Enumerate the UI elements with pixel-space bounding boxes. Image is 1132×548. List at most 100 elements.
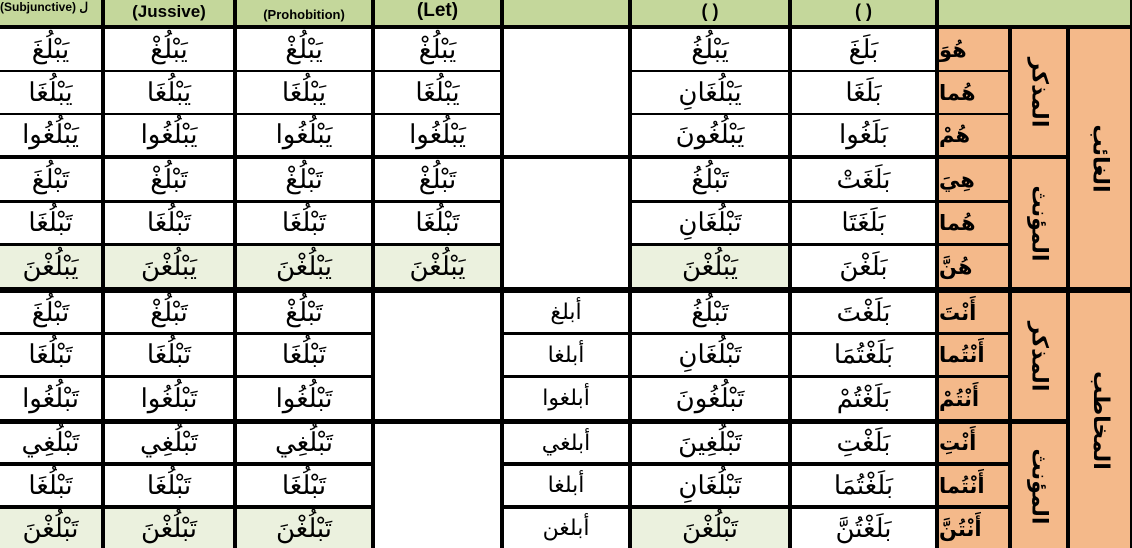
pronoun-cell: هُما: [939, 203, 1008, 243]
cell-subjunctive: يَبْلُغَا: [0, 72, 101, 113]
cell-past: بَلَغَتَا: [792, 203, 935, 243]
cell-subjunctive: تَبْلُغْنَ: [0, 509, 101, 548]
cell-prohibition-text: يَبْلُغَا: [281, 77, 327, 108]
cell-present-text: تَبْلُغِينَ: [678, 428, 742, 458]
cell-let-text: يَبْلُغُوا: [409, 120, 466, 150]
cell-prohibition-text: تَبْلُغَا: [281, 208, 327, 238]
cell-let: يَبْلُغَا: [375, 72, 500, 113]
cell-subjunctive-text: تَبْلُغْنَ: [22, 513, 79, 544]
cell-past: بَلَغْتُمَا: [792, 335, 935, 375]
pronoun-cell-text: هُوَ: [939, 37, 967, 62]
cell-jussive: تَبْلُغَا: [105, 466, 233, 505]
header-prohibition-text: (Prohobition): [263, 7, 345, 22]
cell-prohibition-text: تَبْلُغْ: [285, 164, 323, 195]
cell-subjunctive: يَبْلُغُوا: [0, 115, 101, 155]
pronoun-cell: أَنْتُما: [939, 335, 1008, 375]
gender-feminine-third-label: المؤنث: [1026, 185, 1052, 261]
cell-past-text: بَلَغْتُمْ: [836, 383, 891, 414]
cell-jussive-text: يَبْلُغُوا: [140, 120, 198, 150]
person-third: الغائب: [1070, 29, 1130, 287]
cell-present: تَبْلُغَانِ: [632, 335, 788, 375]
cell-jussive: تَبْلُغُوا: [105, 378, 233, 419]
cell-present-text: يَبْلُغَانِ: [678, 77, 742, 108]
cell-jussive-text: تَبْلُغْ: [150, 164, 188, 195]
cell-let-text: يَبْلُغْ: [418, 34, 457, 65]
pronoun-cell-text: هُما: [939, 211, 976, 235]
header-present: ( ): [632, 0, 788, 25]
cell-present: تَبْلُغِينَ: [632, 424, 788, 462]
header-let-text: (Let): [416, 0, 459, 21]
header-prohibition: (Prohobition): [237, 0, 371, 25]
cell-jussive-text: تَبْلُغَا: [146, 470, 192, 501]
cell-prohibition: يَبْلُغُوا: [237, 115, 371, 155]
cell-subjunctive-text: تَبْلُغَ: [31, 297, 70, 328]
empty-let-second-fem: [375, 424, 500, 548]
cell-jussive-text: تَبْلُغُوا: [140, 383, 198, 414]
pronoun-cell: أَنْتَ: [939, 293, 1008, 332]
cell-jussive-text: تَبْلُغْ: [150, 297, 188, 328]
cell-let: يَبْلُغُوا: [375, 115, 500, 155]
cell-jussive: تَبْلُغْ: [105, 159, 233, 200]
header-let: (Let): [375, 0, 500, 25]
cell-present: يَبْلُغُ: [632, 29, 788, 70]
cell-jussive: تَبْلُغَا: [105, 335, 233, 375]
cell-past-text: بَلَغَ: [848, 34, 879, 65]
cell-present: تَبْلُغَانِ: [632, 203, 788, 243]
pronoun-cell: هُوَ: [939, 29, 1008, 70]
header-person-group: [939, 0, 1130, 25]
cell-past-text: بَلَغْنَ: [839, 251, 888, 282]
cell-prohibition-text: تَبْلُغِي: [275, 428, 333, 458]
cell-let: يَبْلُغْنَ: [375, 246, 500, 287]
cell-subjunctive-text: تَبْلُغَا: [28, 208, 73, 238]
pronoun-cell: هِيَ: [939, 159, 1008, 200]
cell-present: تَبْلُغَانِ: [632, 466, 788, 505]
header-subjunctive-text: (Subjunctive) ل: [0, 0, 89, 14]
header-jussive-text: (Jussive): [132, 2, 206, 21]
cell-jussive-text: يَبْلُغْ: [150, 34, 188, 65]
cell-subjunctive-text: تَبْلُغَا: [28, 340, 73, 370]
cell-subjunctive: تَبْلُغَ: [0, 293, 101, 332]
cell-prohibition-text: تَبْلُغُوا: [275, 383, 333, 414]
cell-present-text: تَبْلُغَانِ: [678, 340, 742, 370]
cell-let: تَبْلُغْ: [375, 159, 500, 200]
pronoun-cell: أَنْتُما: [939, 466, 1008, 505]
cell-jussive: تَبْلُغْ: [105, 293, 233, 332]
cell-jussive-text: تَبْلُغَا: [146, 340, 192, 370]
person-second: المخاطب: [1070, 293, 1130, 548]
cell-let-text: تَبْلُغْ: [418, 164, 457, 195]
cell-imperative-text: أبلغوا: [542, 386, 590, 411]
cell-prohibition: تَبْلُغُوا: [237, 378, 371, 419]
pronoun-cell: هُنَّ: [939, 246, 1008, 287]
cell-prohibition: تَبْلُغَا: [237, 466, 371, 505]
cell-past: بَلَغْنَ: [792, 246, 935, 287]
pronoun-cell-text: هِيَ: [939, 167, 975, 192]
cell-jussive-text: تَبْلُغَا: [146, 208, 192, 238]
cell-imperative-text: أبلغ: [550, 300, 582, 325]
cell-jussive: يَبْلُغُوا: [105, 115, 233, 155]
cell-prohibition: تَبْلُغْنَ: [237, 509, 371, 548]
cell-prohibition: يَبْلُغَا: [237, 72, 371, 113]
cell-present: تَبْلُغُونَ: [632, 378, 788, 419]
cell-let: تَبْلُغَا: [375, 203, 500, 243]
cell-subjunctive: يَبْلُغْنَ: [0, 246, 101, 287]
cell-present-text: يَبْلُغْنَ: [681, 251, 739, 282]
cell-past-text: بَلَغْتِ: [836, 428, 891, 458]
cell-subjunctive: تَبْلُغَا: [0, 466, 101, 505]
cell-present-text: تَبْلُغْنَ: [681, 513, 739, 544]
cell-subjunctive: يَبْلُغَ: [0, 29, 101, 70]
cell-imperative: أبلغا: [504, 466, 628, 505]
header-present-text: ( ): [701, 1, 719, 21]
gender-feminine-second: المؤنث: [1012, 424, 1066, 548]
cell-subjunctive-text: تَبْلُغَ: [31, 164, 70, 195]
cell-past: بَلَغَ: [792, 29, 935, 70]
empty-imperative-third-fem: [504, 159, 628, 287]
cell-imperative-text: أبلغا: [547, 342, 585, 368]
cell-present-text: تَبْلُغُ: [691, 297, 729, 328]
cell-present: يَبْلُغُونَ: [632, 115, 788, 155]
pronoun-cell-text: هُما: [939, 80, 976, 105]
header-past-text: ( ): [855, 1, 872, 21]
cell-prohibition: تَبْلُغِي: [237, 424, 371, 462]
cell-jussive: تَبْلُغْنَ: [105, 509, 233, 548]
cell-imperative-text: أبلغن: [542, 516, 590, 541]
cell-subjunctive: تَبْلُغِي: [0, 424, 101, 462]
